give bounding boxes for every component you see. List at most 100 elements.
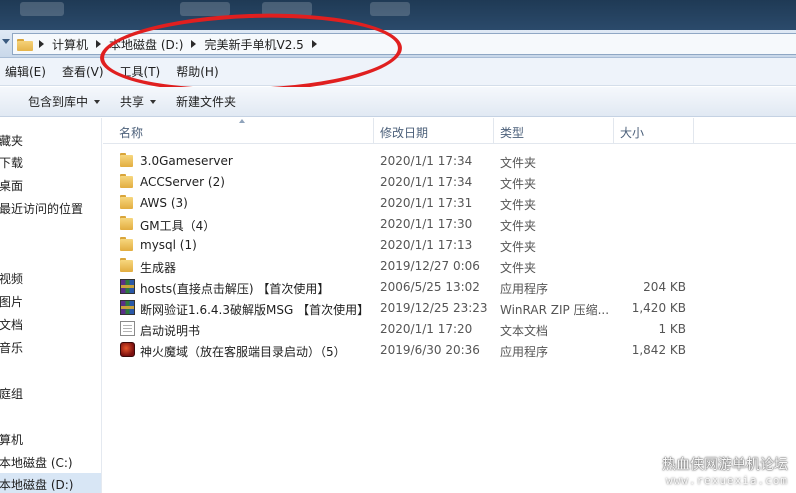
file-row[interactable]: 神火魔域（放在客服端目录启动）（5） 2019/6/30 20:36 应用程序 …: [103, 340, 796, 361]
watermark-url: www.rexuexia.com: [666, 474, 788, 487]
menu-help[interactable]: 帮助(H): [168, 63, 226, 80]
file-row[interactable]: AWS (3) 2020/1/1 17:31 文件夹: [103, 193, 796, 214]
file-type: WinRAR ZIP 压缩...: [500, 303, 610, 317]
nav-item-drive-d[interactable]: 本地磁盘 (D:): [0, 476, 73, 493]
nav-item-computer[interactable]: 算机: [0, 431, 23, 448]
file-row[interactable]: 生成器 2019/12/27 0:06 文件夹: [103, 256, 796, 277]
folder-icon: [120, 258, 135, 273]
file-name: ACCServer (2): [140, 175, 225, 189]
nav-item-desktop[interactable]: 桌面: [0, 177, 23, 194]
column-divider[interactable]: [693, 118, 694, 144]
column-divider[interactable]: [373, 118, 374, 144]
nav-item-recent-places[interactable]: 最近访问的位置: [0, 200, 83, 217]
watermark-title: 热血侠网游单机论坛: [662, 457, 788, 473]
nav-item-downloads[interactable]: 下载: [0, 154, 23, 171]
file-list: 名称 修改日期 类型 大小 3.0Gameserver 2020/1/1 17:…: [103, 118, 796, 493]
command-toolbar: 包含到库中 共享 新建文件夹: [0, 87, 796, 117]
taskbar-thumbnail[interactable]: [180, 2, 230, 16]
file-name: 神火魔域（放在客服端目录启动）（5）: [140, 345, 346, 359]
column-divider[interactable]: [493, 118, 494, 144]
file-row[interactable]: 断网验证1.6.4.3破解版MSG 【首次使用】 2019/12/25 23:2…: [103, 298, 796, 319]
nav-item-drive-c[interactable]: 本地磁盘 (C:): [0, 454, 73, 471]
file-type: 应用程序: [500, 282, 549, 296]
taskbar-strip: [0, 0, 796, 30]
folder-icon: [120, 153, 135, 168]
folder-icon: [120, 216, 135, 231]
file-row[interactable]: hosts(直接点击解压) 【首次使用】 2006/5/25 13:02 应用程…: [103, 277, 796, 298]
nav-item-homegroup[interactable]: 庭组: [0, 385, 23, 402]
file-type: 文本文档: [500, 324, 549, 338]
folder-icon: [17, 38, 33, 51]
file-row[interactable]: mysql (1) 2020/1/1 17:13 文件夹: [103, 235, 796, 256]
file-name: mysql (1): [140, 238, 197, 252]
new-folder-button[interactable]: 新建文件夹: [166, 93, 246, 110]
file-name: GM工具（4）: [140, 219, 216, 233]
file-name: 断网验证1.6.4.3破解版MSG 【首次使用】: [140, 303, 370, 317]
folder-icon: [120, 174, 135, 189]
nav-item-videos[interactable]: 视频: [0, 270, 23, 287]
taskbar-thumbnail[interactable]: [20, 2, 64, 16]
file-size: 1 KB: [658, 322, 686, 336]
chevron-down-icon: [94, 99, 101, 104]
file-date: 2020/1/1 17:34: [380, 154, 473, 168]
file-type: 应用程序: [500, 345, 549, 359]
folder-icon: [120, 195, 135, 210]
file-size: 1,420 KB: [631, 301, 686, 315]
menu-edit[interactable]: 编辑(E): [0, 63, 54, 80]
chevron-right-icon[interactable]: [39, 40, 44, 48]
file-name: 启动说明书: [140, 324, 201, 338]
column-header-date[interactable]: 修改日期: [380, 124, 428, 141]
game-app-icon: [120, 342, 135, 357]
nav-item-music[interactable]: 音乐: [0, 339, 23, 356]
chevron-down-icon: [150, 99, 157, 104]
file-date: 2019/6/30 20:36: [380, 343, 480, 357]
file-row[interactable]: GM工具（4） 2020/1/1 17:30 文件夹: [103, 214, 796, 235]
menu-view[interactable]: 查看(V): [54, 63, 112, 80]
breadcrumb-drive-d[interactable]: 本地磁盘 (D:): [109, 36, 183, 53]
column-header-type[interactable]: 类型: [500, 124, 524, 141]
column-header-size[interactable]: 大小: [620, 124, 644, 141]
share-button[interactable]: 共享: [110, 93, 166, 110]
taskbar-thumbnail[interactable]: [370, 2, 410, 16]
menu-tools[interactable]: 工具(T): [112, 63, 169, 80]
include-in-library-label: 包含到库中: [28, 95, 89, 109]
file-date: 2020/1/1 17:31: [380, 196, 473, 210]
file-name: 3.0Gameserver: [140, 154, 233, 168]
file-date: 2019/12/25 23:23: [380, 301, 488, 315]
nav-item-favorites[interactable]: 藏夹: [0, 132, 23, 149]
chevron-right-icon[interactable]: [96, 40, 102, 48]
nav-item-documents[interactable]: 文档: [0, 316, 23, 333]
file-date: 2019/12/27 0:06: [380, 259, 480, 273]
include-in-library-button[interactable]: 包含到库中: [0, 93, 110, 110]
file-row[interactable]: ACCServer (2) 2020/1/1 17:34 文件夹: [103, 172, 796, 193]
file-date: 2020/1/1 17:30: [380, 217, 473, 231]
nav-dropdown-icon[interactable]: [2, 39, 10, 44]
sort-ascending-icon: [239, 119, 245, 123]
chevron-right-icon[interactable]: [191, 40, 197, 48]
breadcrumb-computer[interactable]: 计算机: [52, 36, 88, 53]
column-divider[interactable]: [613, 118, 614, 144]
file-size: 1,842 KB: [631, 343, 686, 357]
file-size: 204 KB: [643, 280, 686, 294]
watermark: 热血侠网游单机论坛 www.rexuexia.com: [662, 454, 788, 487]
winrar-icon: [120, 279, 135, 294]
winrar-icon: [120, 300, 135, 315]
address-bar-row: 计算机 本地磁盘 (D:) 完美新手单机V2.5: [0, 30, 796, 58]
column-headers: 名称 修改日期 类型 大小: [103, 118, 796, 144]
file-date: 2020/1/1 17:20: [380, 322, 473, 336]
file-type: 文件夹: [500, 156, 537, 170]
file-type: 文件夹: [500, 177, 537, 191]
nav-item-pictures[interactable]: 图片: [0, 293, 23, 310]
file-row[interactable]: 启动说明书 2020/1/1 17:20 文本文档 1 KB: [103, 319, 796, 340]
address-bar[interactable]: 计算机 本地磁盘 (D:) 完美新手单机V2.5: [12, 33, 796, 55]
file-type: 文件夹: [500, 261, 537, 275]
column-header-name[interactable]: 名称: [119, 124, 143, 141]
breadcrumb-current-folder[interactable]: 完美新手单机V2.5: [204, 36, 303, 53]
chevron-right-icon[interactable]: [311, 40, 317, 48]
file-row[interactable]: 3.0Gameserver 2020/1/1 17:34 文件夹: [103, 151, 796, 172]
file-type: 文件夹: [500, 198, 537, 212]
menu-bar: 编辑(E) 查看(V) 工具(T) 帮助(H): [0, 58, 796, 86]
navigation-pane: 藏夹 下载 桌面 最近访问的位置 视频 图片 文档 音乐 庭组 算机 本地磁盘 …: [0, 118, 102, 493]
taskbar-thumbnail[interactable]: [262, 2, 312, 16]
file-name: 生成器: [140, 261, 177, 275]
